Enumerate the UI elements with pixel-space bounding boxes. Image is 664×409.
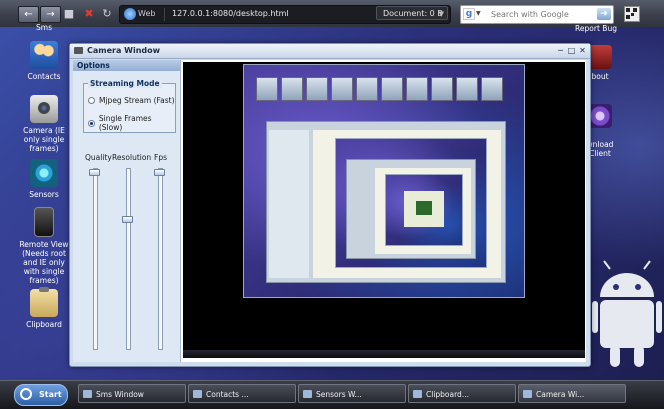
radio-label: Single Frames (Slow) — [98, 114, 152, 132]
reload-icon[interactable]: ↻ — [100, 7, 114, 20]
sensors-icon — [303, 390, 312, 398]
quality-slider[interactable] — [89, 168, 100, 350]
address-divider — [164, 8, 165, 21]
window-titlebar[interactable]: Camera Window ─ □ ✕ — [70, 44, 590, 59]
slider-thumb[interactable] — [89, 169, 100, 176]
maximize-button[interactable]: □ — [567, 47, 576, 55]
radio-button[interactable] — [88, 119, 95, 127]
power-icon — [20, 388, 32, 400]
address-url[interactable]: 127.0.0.1:8080/desktop.html — [172, 9, 289, 18]
streaming-mode-legend: Streaming Mode — [88, 79, 162, 88]
android-mascot-icon — [592, 260, 662, 367]
desktop-icon-label: bout — [591, 72, 609, 81]
browser-toolbar: ← → ■ ✖ ↻ Web 127.0.0.1:8080/desktop.htm… — [0, 0, 664, 28]
document-size-dropdown[interactable]: Document: 0 B ▼ — [376, 6, 448, 20]
fps-label: Fps — [154, 153, 167, 162]
options-header: Options — [73, 60, 180, 71]
desktop-icon-clipboard[interactable]: Clipboard — [16, 287, 72, 329]
home-icon[interactable]: ■ — [62, 7, 76, 20]
start-button[interactable]: Start — [14, 384, 68, 406]
photo-thumbnails — [256, 77, 503, 101]
slider-thumb[interactable] — [122, 215, 133, 223]
desktop-icon-label: Report Bug — [575, 24, 617, 33]
camera-frame-image — [183, 62, 585, 358]
camera-icon — [74, 47, 83, 54]
contacts-icon — [30, 41, 58, 69]
search-input[interactable]: Search with Google — [491, 10, 569, 19]
photo-taskbar-strip — [183, 350, 585, 358]
start-label: Start — [39, 390, 62, 399]
taskbar-item-label: Sensors W... — [316, 390, 362, 399]
address-scheme: Web — [138, 9, 156, 18]
quality-label: Quality — [85, 153, 112, 162]
clipboard-icon — [413, 390, 422, 398]
desktop-icon-report-bug[interactable]: Report Bug — [566, 24, 626, 33]
taskbar-item-label: Sms Window — [96, 390, 144, 399]
desktop-icon-sensors[interactable]: Sensors — [16, 159, 72, 199]
radio-single-frames[interactable]: Single Frames (Slow) — [88, 114, 175, 132]
taskbar-item-label: Camera Wi... — [536, 390, 585, 399]
resolution-slider[interactable] — [122, 168, 133, 350]
window-body: Options Streaming Mode Mjpeg Stream (Fas… — [73, 60, 586, 362]
forward-button[interactable]: → — [40, 6, 61, 23]
desktop-icon-label: Camera (IE only single frames) — [23, 126, 65, 153]
taskbar: Start Sms Window Contacts ... Sensors W.… — [0, 380, 664, 409]
phone-icon — [34, 207, 54, 237]
window-title: Camera Window — [87, 46, 161, 55]
chevron-down-icon[interactable]: ▼ — [476, 10, 481, 17]
taskbar-item-contacts[interactable]: Contacts ... — [188, 384, 296, 403]
camera-window[interactable]: Camera Window ─ □ ✕ Options Streaming Mo… — [69, 43, 591, 367]
search-box[interactable]: g ▼ Search with Google ➜ — [460, 5, 614, 24]
camera-icon — [30, 95, 58, 123]
desktop-icon-label: Sensors — [29, 190, 59, 199]
arrow-left-icon: ← — [24, 8, 33, 20]
photo-screen — [243, 64, 525, 298]
about-icon — [588, 45, 612, 69]
close-button[interactable]: ✕ — [578, 47, 587, 55]
arrow-right-icon: → — [46, 8, 55, 20]
desktop-icon-remote-view[interactable]: Remote View (Needs root and IE only with… — [16, 207, 72, 285]
globe-icon — [124, 8, 136, 20]
taskbar-item-label: Clipboard... — [426, 390, 469, 399]
window-icon — [83, 390, 92, 398]
back-button[interactable]: ← — [18, 6, 39, 23]
desktop-icon-camera[interactable]: Camera (IE only single frames) — [16, 95, 72, 153]
chevron-down-icon: ▼ — [438, 10, 444, 18]
camera-icon — [523, 390, 532, 398]
slider-thumb[interactable] — [154, 169, 165, 176]
contacts-icon — [193, 390, 202, 398]
desktop: Sms Contacts Camera (IE only single fram… — [0, 23, 664, 380]
options-panel: Options Streaming Mode Mjpeg Stream (Fas… — [73, 60, 181, 362]
taskbar-item-label: Contacts ... — [206, 390, 249, 399]
desktop-icon-contacts[interactable]: Contacts — [16, 41, 72, 81]
photo-inner-window — [266, 121, 506, 283]
resolution-label: Resolution — [112, 153, 152, 162]
desktop-icon-label: Sms — [36, 23, 52, 32]
clipboard-icon — [30, 287, 58, 317]
desktop-icon-label: Contacts — [27, 72, 61, 81]
download-icon — [588, 104, 612, 128]
fps-slider[interactable] — [154, 168, 165, 350]
qr-code-icon[interactable] — [624, 6, 640, 22]
desktop-icon-sms[interactable]: Sms — [16, 23, 72, 32]
desktop-icon-label: Remote View (Needs root and IE only with… — [19, 240, 69, 285]
radio-mjpeg-stream[interactable]: Mjpeg Stream (Fast) — [88, 96, 175, 105]
google-icon[interactable]: g — [463, 8, 475, 20]
search-go-button[interactable]: ➜ — [597, 8, 611, 20]
document-size-label: Document: 0 B — [383, 9, 443, 18]
stop-icon[interactable]: ✖ — [82, 7, 96, 20]
nav-buttons: ← → — [18, 6, 62, 23]
taskbar-item-clipboard[interactable]: Clipboard... — [408, 384, 516, 403]
desktop-icon-label: Clipboard — [26, 320, 62, 329]
radio-label: Mjpeg Stream (Fast) — [99, 96, 175, 105]
sensors-icon — [30, 159, 58, 187]
taskbar-item-sms-window[interactable]: Sms Window — [78, 384, 186, 403]
streaming-mode-group: Streaming Mode Mjpeg Stream (Fast) Singl… — [83, 79, 176, 133]
radio-button[interactable] — [88, 97, 95, 104]
taskbar-item-camera-window[interactable]: Camera Wi... — [518, 384, 626, 403]
taskbar-item-sensors[interactable]: Sensors W... — [298, 384, 406, 403]
minimize-button[interactable]: ─ — [556, 47, 565, 55]
